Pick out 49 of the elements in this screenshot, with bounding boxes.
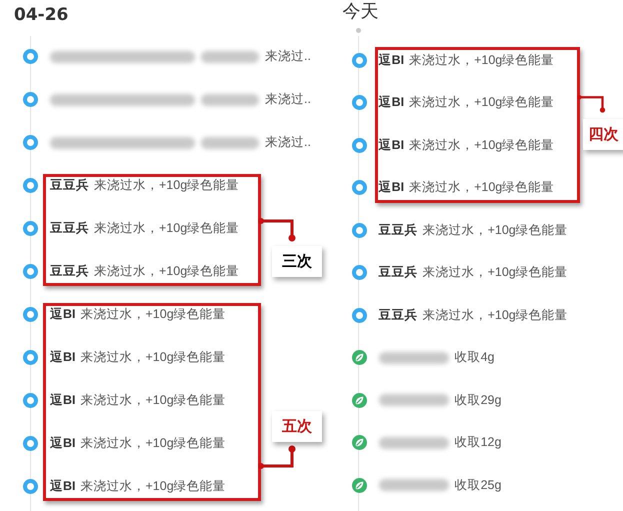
friend-name: 逗BI [378, 136, 404, 154]
log-text: 来浇过水，+10g绿色能量 [94, 263, 240, 280]
log-text: 来浇过水，+10g绿色能量 [422, 264, 568, 282]
friend-name: 逗BI [50, 392, 76, 409]
log-text: 来浇过水，+10g绿色能量 [80, 392, 226, 409]
friend-name: 逗BI [378, 52, 404, 69]
friend-name: 逗BI [378, 94, 404, 112]
log-text: 来浇过水，+10g绿色能量 [80, 435, 226, 452]
leaf-icon [352, 435, 367, 450]
log-text: 来浇过水，+10g绿色能量 [409, 52, 554, 69]
leader-line [258, 218, 298, 242]
log-text: 来浇过水，+10g绿色能量 [409, 94, 554, 112]
log-text: 来浇过.. [265, 91, 311, 108]
timeline-dot [356, 28, 361, 33]
log-text: 收取4g [454, 349, 494, 366]
leaf-icon [352, 392, 367, 408]
friend-name: 豆豆兵 [378, 264, 418, 282]
friend-name: 逗BI [50, 349, 76, 366]
date-heading: 今天 [342, 0, 379, 24]
friend-name: 逗BI [50, 435, 76, 452]
friend-name: 豆豆兵 [378, 222, 418, 239]
log-text: 收取29g [454, 392, 502, 409]
friend-name: 逗BI [50, 306, 76, 323]
leaf-icon [352, 350, 367, 366]
friend-name: 豆豆兵 [50, 263, 89, 280]
callout-label: 四次 [582, 119, 623, 150]
date-heading: 04-26 [14, 4, 68, 27]
callout-label: 三次 [272, 246, 322, 277]
log-text: 来浇过水，+10g绿色能量 [94, 220, 240, 237]
leader-line [258, 445, 298, 469]
log-text: 收取12g [454, 434, 502, 452]
leaf-icon [352, 478, 367, 493]
log-text: 来浇过.. [265, 134, 311, 151]
friend-name: 豆豆兵 [50, 220, 89, 237]
log-text: 来浇过水，+10g绿色能量 [422, 306, 568, 324]
log-text: 来浇过水，+10g绿色能量 [409, 179, 554, 196]
log-text: 来浇过.. [265, 48, 311, 65]
log-text: 来浇过水，+10g绿色能量 [94, 177, 240, 194]
log-text: 来浇过水，+10g绿色能量 [80, 306, 226, 323]
log-text: 来浇过水，+10g绿色能量 [409, 136, 554, 154]
friend-name: 豆豆兵 [50, 177, 89, 194]
log-text: 来浇过水，+10g绿色能量 [422, 222, 568, 239]
friend-name: 逗BI [50, 478, 76, 495]
log-text: 收取25g [454, 476, 502, 494]
friend-name: 逗BI [378, 179, 404, 196]
friend-name: 豆豆兵 [378, 306, 418, 324]
callout-label: 五次 [272, 411, 322, 442]
log-text: 来浇过水，+10g绿色能量 [80, 478, 226, 495]
log-text: 来浇过水，+10g绿色能量 [80, 349, 226, 366]
